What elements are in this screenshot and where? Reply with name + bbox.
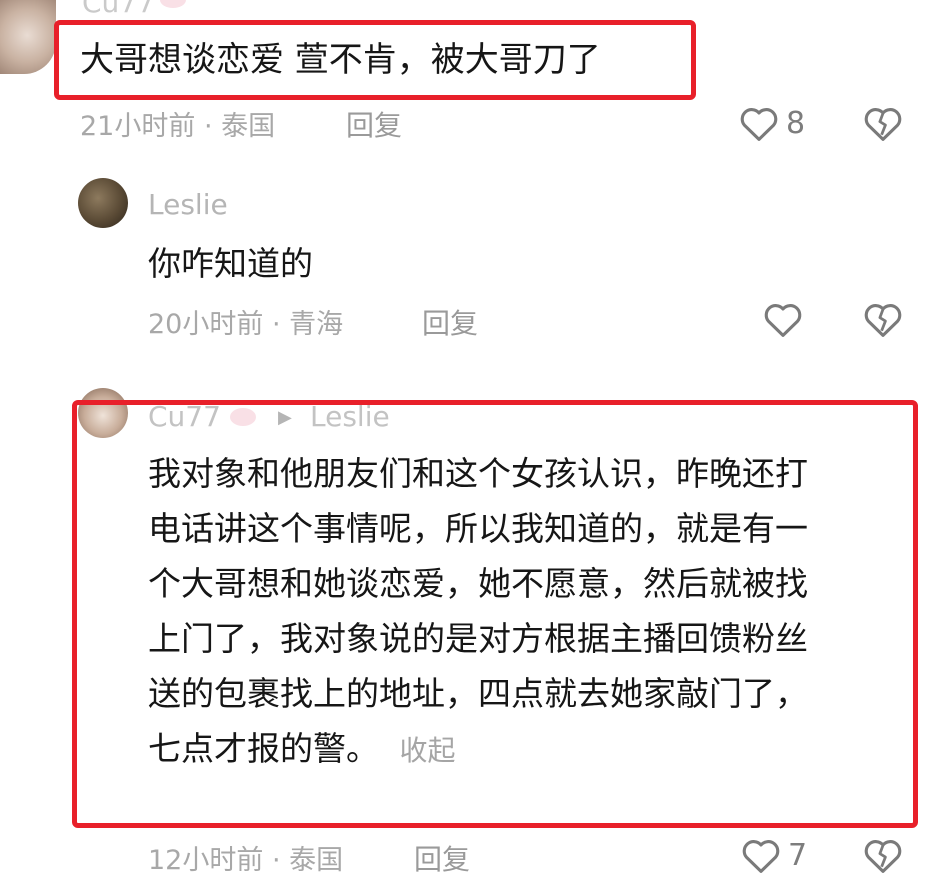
like-button[interactable] — [738, 104, 780, 142]
comment-line: 上门了，我对象说的是对方根据主播回馈粉丝 — [148, 619, 808, 658]
dislike-button[interactable] — [862, 836, 904, 874]
heart-icon — [740, 108, 778, 141]
comment-line: 我对象和他朋友们和这个女孩认识，昨晚还打 — [148, 454, 808, 493]
dislike-broken-heart-icon — [864, 840, 902, 873]
reply-button[interactable]: 回复 — [346, 104, 402, 144]
reply-button[interactable]: 回复 — [422, 302, 478, 342]
comment-line: 电话讲这个事情呢，所以我知道的，就是有一 — [148, 509, 808, 548]
comment-last-line: 七点才报的警。 收起 — [148, 721, 808, 778]
comment-text: 你咋知道的 — [148, 244, 313, 283]
comment-text: 大哥想谈恋爱 萱不肯，被大哥刀了 — [80, 40, 601, 80]
collapse-button[interactable]: 收起 — [400, 734, 456, 767]
like-button[interactable] — [740, 836, 782, 874]
avatar[interactable] — [78, 178, 128, 228]
dislike-broken-heart-icon — [864, 108, 902, 141]
reply-button[interactable]: 回复 — [414, 838, 470, 878]
dislike-button[interactable] — [862, 300, 904, 338]
avatar[interactable] — [0, 0, 56, 74]
comment-time-location: 20小时前 · 青海 — [148, 309, 344, 340]
user-badge-icon — [230, 408, 256, 426]
dislike-button[interactable] — [862, 104, 904, 142]
comment-line: 个大哥想和她谈恋爱，她不愿意，然后就被找 — [148, 564, 808, 603]
comment-time-location: 21小时前 · 泰国 — [80, 111, 276, 142]
comment-username[interactable]: Cu77 — [148, 400, 221, 433]
heart-icon — [742, 840, 780, 873]
like-count: 7 — [788, 838, 808, 873]
comment-username[interactable]: Leslie — [148, 188, 228, 221]
reply-to-username[interactable]: Leslie — [310, 400, 390, 433]
like-count: 8 — [786, 106, 806, 141]
comment-line: 送的包裹找上的地址，四点就去她家敲门了， — [148, 674, 808, 713]
heart-icon — [764, 304, 802, 337]
user-badge-icon — [160, 0, 186, 8]
like-button[interactable] — [762, 300, 804, 338]
comment-username[interactable]: Cu77 — [82, 0, 155, 19]
comment-time-location: 12小时前 · 泰国 — [148, 845, 344, 876]
reply-arrow-icon: ▶ — [278, 407, 292, 428]
comment-line: 七点才报的警。 — [148, 729, 379, 768]
dislike-broken-heart-icon — [864, 304, 902, 337]
comment-text: 我对象和他朋友们和这个女孩认识，昨晚还打 电话讲这个事情呢，所以我知道的，就是有… — [148, 446, 808, 778]
